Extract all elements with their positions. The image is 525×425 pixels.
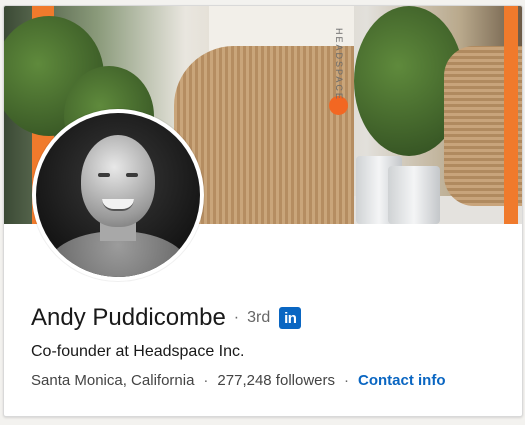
degree-separator: · xyxy=(233,309,240,326)
avatar-eye xyxy=(98,173,110,177)
profile-card: HEADSPACE Andy Puddicombe · 3rd in Co-fo… xyxy=(3,5,523,417)
profile-name: Andy Puddicombe xyxy=(31,304,226,331)
profile-location: Santa Monica, California xyxy=(31,372,195,389)
avatar-photo xyxy=(36,113,200,277)
profile-followers: 277,248 followers xyxy=(217,372,335,389)
profile-name-row: Andy Puddicombe · 3rd in xyxy=(31,302,302,334)
profile-headline: Co-founder at Headspace Inc. xyxy=(31,343,245,360)
meta-separator: · xyxy=(203,372,209,389)
headspace-wall-text: HEADSPACE xyxy=(334,28,344,101)
linkedin-icon: in xyxy=(279,307,302,329)
banner-orange-stripe xyxy=(504,6,518,224)
banner-pot xyxy=(388,166,440,224)
meta-separator: · xyxy=(344,372,349,389)
connection-degree: 3rd xyxy=(247,309,271,326)
avatar-eye xyxy=(126,173,138,177)
contact-info-link[interactable]: Contact info xyxy=(358,372,446,389)
profile-avatar[interactable] xyxy=(32,109,204,281)
profile-meta-row: Santa Monica, California · 277,248 follo… xyxy=(31,372,446,389)
avatar-head xyxy=(81,135,155,227)
